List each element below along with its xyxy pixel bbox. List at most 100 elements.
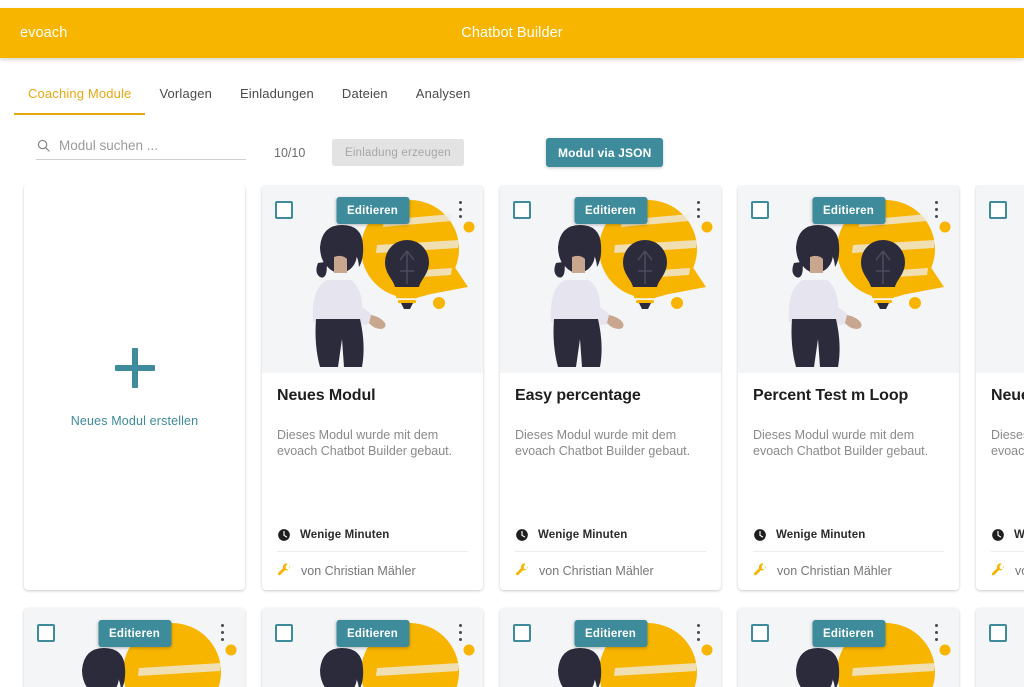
select-checkbox[interactable] bbox=[275, 624, 293, 642]
page-title: Chatbot Builder bbox=[461, 25, 563, 41]
module-card-media: Editieren bbox=[500, 185, 721, 373]
module-title: Neues Modul bbox=[991, 387, 1024, 404]
edit-button[interactable]: Editieren bbox=[97, 620, 172, 647]
tab-analysen[interactable]: Analysen bbox=[402, 80, 485, 115]
module-card[interactable]: Editieren Neues Modul Dieses Modul wurde… bbox=[738, 608, 959, 687]
module-description: Dieses Modul wurde mit dem evoach Chatbo… bbox=[753, 428, 929, 458]
tab-dateien[interactable]: Dateien bbox=[328, 80, 402, 115]
module-author: von Christian Mähler bbox=[277, 552, 468, 578]
module-duration: Wenige Minuten bbox=[991, 528, 1024, 552]
edit-button[interactable]: Editieren bbox=[573, 197, 648, 224]
search-field[interactable] bbox=[36, 138, 246, 160]
tab-coaching-module[interactable]: Coaching Module bbox=[14, 80, 146, 115]
tab-einladungen[interactable]: Einladungen bbox=[226, 80, 328, 115]
plus-icon bbox=[114, 347, 155, 388]
module-grid: Neues Modul erstellen Editieren Neues Mo… bbox=[0, 185, 1024, 687]
module-card[interactable]: Editieren Neues Modul Dieses Modul wurde… bbox=[976, 185, 1024, 590]
module-author: von Christian Mähler bbox=[515, 552, 706, 578]
module-card[interactable]: Editieren Neues Modul Dieses Modul wurde… bbox=[500, 608, 721, 687]
module-card-media: Editieren bbox=[738, 608, 959, 687]
wrench-icon bbox=[991, 563, 1004, 576]
edit-button[interactable]: Editieren bbox=[573, 620, 648, 647]
module-card[interactable]: Editieren Neues Modul Dieses Modul wurde… bbox=[976, 608, 1024, 687]
module-card-media: Editieren bbox=[976, 185, 1024, 373]
lightbulb-illustration bbox=[550, 200, 713, 367]
edit-button[interactable]: Editieren bbox=[811, 197, 886, 224]
select-checkbox[interactable] bbox=[37, 624, 55, 642]
lightbulb-illustration bbox=[312, 200, 475, 367]
module-duration: Wenige Minuten bbox=[515, 528, 706, 552]
module-duration: Wenige Minuten bbox=[277, 528, 468, 552]
module-author-label: von Christian Mähler bbox=[1015, 563, 1024, 578]
module-card-media: Editieren bbox=[262, 185, 483, 373]
kebab-menu-icon[interactable] bbox=[453, 622, 469, 644]
module-duration: Wenige Minuten bbox=[753, 528, 944, 552]
kebab-menu-icon[interactable] bbox=[929, 622, 945, 644]
kebab-menu-icon[interactable] bbox=[453, 199, 469, 221]
lightbulb-illustration bbox=[976, 199, 1024, 373]
clock-icon bbox=[516, 529, 528, 541]
module-card-footer: Wenige Minuten von Christian Mähler bbox=[991, 528, 1024, 590]
module-card-media: Editieren bbox=[976, 608, 1024, 687]
module-card-body: Percent Test m Loop Dieses Modul wurde m… bbox=[738, 373, 959, 590]
kebab-menu-icon[interactable] bbox=[215, 622, 231, 644]
module-card-media: Editieren bbox=[738, 185, 959, 373]
tab-bar: Coaching Module Vorlagen Einladungen Dat… bbox=[0, 80, 1024, 122]
toolbar: 10/10 Einladung erzeugen Modul via JSON bbox=[0, 133, 1024, 178]
module-card-body: Easy percentage Dieses Modul wurde mit d… bbox=[500, 373, 721, 590]
module-card[interactable]: Editieren Neues Modul Dieses Modul wurde… bbox=[262, 608, 483, 687]
create-new-module-card[interactable]: Neues Modul erstellen bbox=[24, 185, 245, 590]
select-checkbox[interactable] bbox=[513, 624, 531, 642]
select-checkbox[interactable] bbox=[989, 624, 1007, 642]
wrench-icon bbox=[515, 563, 528, 576]
module-duration-label: Wenige Minuten bbox=[1014, 529, 1024, 541]
clock-icon bbox=[754, 529, 766, 541]
clock-icon bbox=[992, 529, 1004, 541]
select-checkbox[interactable] bbox=[751, 624, 769, 642]
module-author-label: von Christian Mähler bbox=[539, 563, 654, 578]
select-checkbox[interactable] bbox=[989, 201, 1007, 219]
search-input[interactable] bbox=[59, 138, 246, 153]
tab-vorlagen[interactable]: Vorlagen bbox=[145, 80, 226, 115]
module-title: Neues Modul bbox=[277, 387, 376, 404]
clock-icon bbox=[278, 529, 290, 541]
module-via-json-button[interactable]: Modul via JSON bbox=[546, 138, 664, 167]
module-description: Dieses Modul wurde mit dem evoach Chatbo… bbox=[991, 428, 1024, 458]
module-card-media: Editieren bbox=[262, 608, 483, 687]
module-card-media: Editieren bbox=[500, 608, 721, 687]
module-card-footer: Wenige Minuten von Christian Mähler bbox=[277, 528, 468, 590]
module-grid-row: Editieren Neues Modul Dieses Modul wurde… bbox=[24, 608, 1024, 687]
module-author-label: von Christian Mähler bbox=[777, 563, 892, 578]
module-author: von Christian Mähler bbox=[753, 552, 944, 578]
lightbulb-illustration bbox=[788, 200, 951, 367]
select-checkbox[interactable] bbox=[513, 201, 531, 219]
edit-button[interactable]: Editieren bbox=[811, 620, 886, 647]
edit-button[interactable]: Editieren bbox=[335, 620, 410, 647]
module-title: Percent Test m Loop bbox=[753, 387, 909, 404]
module-card[interactable]: Editieren Easy percentage Dieses Modul w… bbox=[500, 185, 721, 590]
module-duration-label: Wenige Minuten bbox=[300, 529, 390, 541]
search-icon bbox=[37, 139, 50, 152]
wrench-icon bbox=[753, 563, 766, 576]
create-invitation-button[interactable]: Einladung erzeugen bbox=[332, 139, 464, 166]
create-new-module-label: Neues Modul erstellen bbox=[70, 413, 199, 428]
kebab-menu-icon[interactable] bbox=[691, 622, 707, 644]
module-description: Dieses Modul wurde mit dem evoach Chatbo… bbox=[515, 428, 691, 458]
kebab-menu-icon[interactable] bbox=[929, 199, 945, 221]
edit-button[interactable]: Editieren bbox=[335, 197, 410, 224]
module-count: 10/10 bbox=[274, 146, 306, 160]
module-description: Dieses Modul wurde mit dem evoach Chatbo… bbox=[277, 428, 453, 458]
module-card[interactable]: Editieren Neues Modul Dieses Modul wurde… bbox=[24, 608, 245, 687]
module-card[interactable]: Editieren Neues Modul Dieses Modul wurde… bbox=[262, 185, 483, 590]
app-bar: evoach Chatbot Builder bbox=[0, 8, 1024, 58]
module-card-media: Editieren bbox=[24, 608, 245, 687]
select-checkbox[interactable] bbox=[751, 201, 769, 219]
module-title: Easy percentage bbox=[515, 387, 641, 404]
module-author: von Christian Mähler bbox=[991, 552, 1024, 578]
module-card-footer: Wenige Minuten von Christian Mähler bbox=[515, 528, 706, 590]
kebab-menu-icon[interactable] bbox=[691, 199, 707, 221]
select-checkbox[interactable] bbox=[275, 201, 293, 219]
module-card-body: Neues Modul Dieses Modul wurde mit dem e… bbox=[976, 373, 1024, 590]
module-card[interactable]: Editieren Percent Test m Loop Dieses Mod… bbox=[738, 185, 959, 590]
module-card-body: Neues Modul Dieses Modul wurde mit dem e… bbox=[262, 373, 483, 590]
